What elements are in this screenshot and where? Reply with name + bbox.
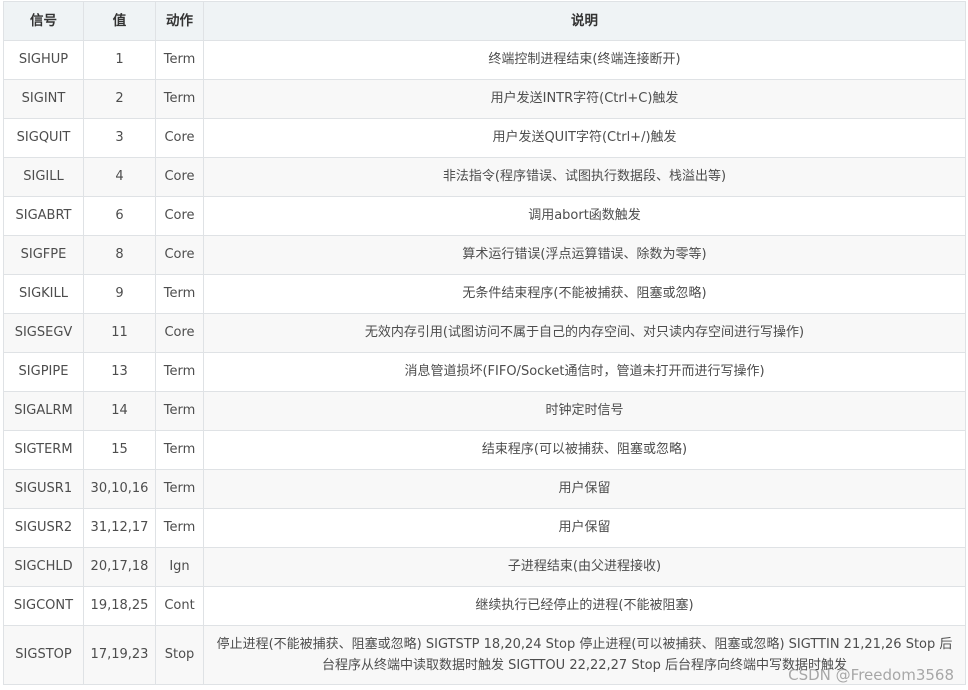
table-row: SIGKILL 9 Term 无条件结束程序(不能被捕获、阻塞或忽略) bbox=[3, 274, 966, 314]
table-row: SIGQUIT 3 Core 用户发送QUIT字符(Ctrl+/)触发 bbox=[3, 118, 966, 158]
cell-action: Core bbox=[155, 235, 204, 275]
cell-description: 用户发送INTR字符(Ctrl+C)触发 bbox=[203, 79, 966, 119]
cell-description: 消息管道损坏(FIFO/Socket通信时，管道未打开而进行写操作) bbox=[203, 352, 966, 392]
cell-value: 14 bbox=[83, 391, 156, 431]
header-description: 说明 bbox=[203, 1, 966, 41]
cell-description: 用户保留 bbox=[203, 469, 966, 509]
table-row: SIGUSR2 31,12,17 Term 用户保留 bbox=[3, 508, 966, 548]
cell-value: 8 bbox=[83, 235, 156, 275]
cell-action: Term bbox=[155, 274, 204, 314]
cell-action: Term bbox=[155, 391, 204, 431]
cell-value: 3 bbox=[83, 118, 156, 158]
header-signal: 信号 bbox=[3, 1, 84, 41]
table-row: SIGCHLD 20,17,18 Ign 子进程结束(由父进程接收) bbox=[3, 547, 966, 587]
cell-action: Term bbox=[155, 508, 204, 548]
cell-description: 时钟定时信号 bbox=[203, 391, 966, 431]
cell-signal: SIGPIPE bbox=[3, 352, 84, 392]
table-row: SIGTERM 15 Term 结束程序(可以被捕获、阻塞或忽略) bbox=[3, 430, 966, 470]
signal-table: 信号 值 动作 说明 SIGHUP 1 Term 终端控制进程结束(终端连接断开… bbox=[3, 1, 966, 685]
cell-value: 9 bbox=[83, 274, 156, 314]
cell-signal: SIGCONT bbox=[3, 586, 84, 626]
cell-action: Core bbox=[155, 313, 204, 353]
cell-signal: SIGUSR1 bbox=[3, 469, 84, 509]
cell-signal: SIGSTOP bbox=[3, 625, 84, 685]
cell-value: 11 bbox=[83, 313, 156, 353]
cell-description: 无效内存引用(试图访问不属于自己的内存空间、对只读内存空间进行写操作) bbox=[203, 313, 966, 353]
cell-action: Stop bbox=[155, 625, 204, 685]
table-row: SIGSEGV 11 Core 无效内存引用(试图访问不属于自己的内存空间、对只… bbox=[3, 313, 966, 353]
cell-value: 30,10,16 bbox=[83, 469, 156, 509]
cell-signal: SIGABRT bbox=[3, 196, 84, 236]
cell-value: 13 bbox=[83, 352, 156, 392]
cell-signal: SIGKILL bbox=[3, 274, 84, 314]
cell-value: 4 bbox=[83, 157, 156, 197]
cell-signal: SIGHUP bbox=[3, 40, 84, 80]
cell-action: Core bbox=[155, 118, 204, 158]
cell-description: 用户发送QUIT字符(Ctrl+/)触发 bbox=[203, 118, 966, 158]
cell-action: Ign bbox=[155, 547, 204, 587]
cell-value: 19,18,25 bbox=[83, 586, 156, 626]
cell-description: 调用abort函数触发 bbox=[203, 196, 966, 236]
cell-value: 6 bbox=[83, 196, 156, 236]
cell-signal: SIGTERM bbox=[3, 430, 84, 470]
cell-description: 非法指令(程序错误、试图执行数据段、栈溢出等) bbox=[203, 157, 966, 197]
table-row: SIGPIPE 13 Term 消息管道损坏(FIFO/Socket通信时，管道… bbox=[3, 352, 966, 392]
cell-value: 1 bbox=[83, 40, 156, 80]
cell-description: 算术运行错误(浮点运算错误、除数为零等) bbox=[203, 235, 966, 275]
cell-signal: SIGCHLD bbox=[3, 547, 84, 587]
cell-signal: SIGALRM bbox=[3, 391, 84, 431]
table-row: SIGUSR1 30,10,16 Term 用户保留 bbox=[3, 469, 966, 509]
cell-action: Term bbox=[155, 40, 204, 80]
table-row: SIGILL 4 Core 非法指令(程序错误、试图执行数据段、栈溢出等) bbox=[3, 157, 966, 197]
cell-action: Term bbox=[155, 430, 204, 470]
header-value: 值 bbox=[83, 1, 156, 41]
cell-action: Term bbox=[155, 352, 204, 392]
cell-description: 结束程序(可以被捕获、阻塞或忽略) bbox=[203, 430, 966, 470]
cell-value: 31,12,17 bbox=[83, 508, 156, 548]
csdn-watermark: CSDN @Freedom3568 bbox=[788, 666, 954, 684]
table-row: SIGHUP 1 Term 终端控制进程结束(终端连接断开) bbox=[3, 40, 966, 80]
table-row: SIGCONT 19,18,25 Cont 继续执行已经停止的进程(不能被阻塞) bbox=[3, 586, 966, 626]
table-row: SIGABRT 6 Core 调用abort函数触发 bbox=[3, 196, 966, 236]
cell-signal: SIGQUIT bbox=[3, 118, 84, 158]
cell-action: Term bbox=[155, 469, 204, 509]
table-row: SIGFPE 8 Core 算术运行错误(浮点运算错误、除数为零等) bbox=[3, 235, 966, 275]
table-body: SIGHUP 1 Term 终端控制进程结束(终端连接断开) SIGINT 2 … bbox=[3, 40, 966, 685]
cell-signal: SIGILL bbox=[3, 157, 84, 197]
cell-action: Term bbox=[155, 79, 204, 119]
cell-value: 15 bbox=[83, 430, 156, 470]
cell-value: 17,19,23 bbox=[83, 625, 156, 685]
cell-description: 子进程结束(由父进程接收) bbox=[203, 547, 966, 587]
table-row: SIGINT 2 Term 用户发送INTR字符(Ctrl+C)触发 bbox=[3, 79, 966, 119]
cell-action: Core bbox=[155, 157, 204, 197]
cell-description: 继续执行已经停止的进程(不能被阻塞) bbox=[203, 586, 966, 626]
cell-value: 20,17,18 bbox=[83, 547, 156, 587]
cell-value: 2 bbox=[83, 79, 156, 119]
cell-signal: SIGINT bbox=[3, 79, 84, 119]
table-header: 信号 值 动作 说明 bbox=[3, 1, 966, 41]
cell-description: 用户保留 bbox=[203, 508, 966, 548]
cell-signal: SIGUSR2 bbox=[3, 508, 84, 548]
cell-signal: SIGFPE bbox=[3, 235, 84, 275]
signal-table-container: 信号 值 动作 说明 SIGHUP 1 Term 终端控制进程结束(终端连接断开… bbox=[3, 1, 966, 685]
table-row: SIGALRM 14 Term 时钟定时信号 bbox=[3, 391, 966, 431]
table-header-row: 信号 值 动作 说明 bbox=[3, 1, 966, 41]
header-action: 动作 bbox=[155, 1, 204, 41]
cell-action: Cont bbox=[155, 586, 204, 626]
cell-description: 无条件结束程序(不能被捕获、阻塞或忽略) bbox=[203, 274, 966, 314]
cell-signal: SIGSEGV bbox=[3, 313, 84, 353]
cell-action: Core bbox=[155, 196, 204, 236]
cell-description: 终端控制进程结束(终端连接断开) bbox=[203, 40, 966, 80]
